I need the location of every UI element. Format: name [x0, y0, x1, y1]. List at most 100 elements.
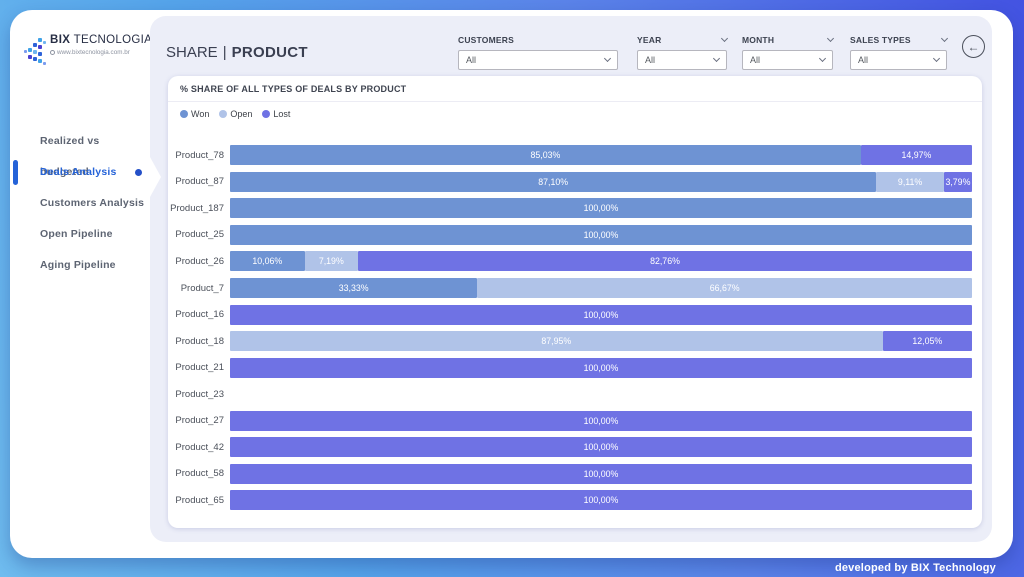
bar-track: 100,00% [230, 198, 972, 219]
filter-dropdown-customers[interactable]: All [458, 50, 618, 70]
chart-row: Product_187 100,00% [168, 195, 982, 222]
bar-segment-lost[interactable]: 100,00% [230, 357, 972, 378]
bar-segment-won[interactable]: 87,10% [230, 171, 877, 192]
bar-segment-label: 66,67% [709, 283, 740, 293]
bar-segment-label: 10,06% [252, 256, 283, 267]
bar-segment-label: 3,79% [945, 176, 971, 187]
sidebar-item-aging-pipeline[interactable]: Aging Pipeline [10, 250, 150, 281]
bar-segment-won[interactable]: 10,06% [230, 251, 305, 272]
back-button[interactable] [962, 35, 985, 58]
bar-segment-label: 100,00% [583, 203, 619, 214]
category-label: Product_21 [175, 362, 224, 374]
bar-segment-label: 100,00% [583, 495, 619, 506]
legend-dot-icon [219, 110, 228, 118]
bar-track: 33,33% 66,67% [230, 278, 972, 298]
sidebar-item-open-pipeline[interactable]: Open Pipeline [10, 219, 150, 250]
bar-segment-won[interactable]: 85,03% [230, 145, 861, 166]
chevron-down-icon [932, 54, 941, 63]
sidebar-item-realized-vs-budgeted[interactable]: Realized vs budgeted [10, 126, 150, 178]
globe-icon [50, 50, 55, 55]
chart-row: Product_65 100,00% [168, 487, 982, 514]
filter-label: CUSTOMERS [458, 34, 514, 45]
chart-row: Product_18 87,95% 12,05% [168, 328, 982, 355]
bar-track: 100,00% [230, 304, 972, 325]
bar-segment-label: 100,00% [583, 468, 619, 479]
sidebar-item-label: Deals Analysis [40, 166, 117, 178]
category-label: Product_87 [175, 176, 224, 188]
bar-track: 100,00% [230, 410, 972, 431]
bar-track: 87,95% 12,05% [230, 331, 972, 352]
category-label: Product_58 [175, 468, 224, 480]
legend-label: Won [191, 109, 210, 119]
chart-row: Product_78 85,03% 14,97% [168, 142, 982, 169]
bar-track: 100,00% [230, 357, 972, 378]
sidebar-item-deals-analysis[interactable]: Deals Analysis [10, 157, 150, 188]
chart-row: Product_27 100,00% [168, 407, 982, 434]
bar-segment-lost[interactable]: 100,00% [230, 410, 972, 431]
bar-segment-lost[interactable]: 100,00% [230, 437, 972, 458]
filter-value: All [645, 55, 656, 65]
bar-segment-lost[interactable]: 82,76% [357, 251, 973, 272]
category-label: Product_65 [175, 494, 224, 506]
legend-label: Lost [273, 109, 291, 119]
chevron-down-icon [818, 54, 827, 63]
bar-segment-lost[interactable]: 3,79% [943, 171, 972, 192]
legend-item-open[interactable]: Open [219, 109, 252, 119]
chart-row: Product_7 33,33% 66,67% [168, 275, 982, 302]
page-title-emphasis: PRODUCT [231, 44, 308, 61]
page-title-prefix: SHARE [166, 44, 218, 61]
chevron-down-icon[interactable] [940, 34, 949, 42]
category-label: Product_187 [170, 202, 224, 214]
bar-segment-label: 100,00% [583, 362, 619, 373]
chart-row: Product_58 100,00% [168, 461, 982, 488]
active-indicator-pill [13, 160, 18, 185]
bar-track [230, 384, 972, 404]
legend-item-won[interactable]: Won [180, 109, 209, 119]
bar-segment-won[interactable]: 100,00% [230, 224, 972, 245]
chevron-down-icon[interactable] [826, 34, 835, 42]
bar-segment-lost[interactable]: 12,05% [882, 331, 972, 352]
chevron-down-icon [712, 54, 721, 63]
sidebar-item-label: Open Pipeline [40, 228, 113, 240]
filter-header: CUSTOMERS [458, 34, 618, 45]
bar-segment-lost[interactable]: 100,00% [230, 463, 972, 484]
chart-row: Product_23 [168, 381, 982, 408]
brand-url: www.bixtecnologia.com.br [50, 49, 152, 56]
page-title: SHARE | PRODUCT [166, 44, 308, 61]
filter-header: SALES TYPES [850, 34, 949, 45]
bar-segment-open[interactable]: 9,11% [876, 171, 944, 192]
chart-legend: Won Open Lost [168, 102, 982, 119]
chevron-down-icon[interactable] [720, 34, 729, 42]
chart-rows: Product_78 85,03% 14,97% Product_87 87,10% 9,… [168, 142, 982, 514]
bar-segment-open[interactable]: 87,95% [230, 331, 883, 352]
bar-segment-open[interactable]: 7,19% [304, 251, 358, 272]
legend-label: Open [230, 109, 253, 119]
filter-header: YEAR [637, 34, 729, 45]
legend-item-lost[interactable]: Lost [262, 109, 290, 119]
bar-track: 100,00% [230, 437, 972, 458]
filter-dropdown-sales-types[interactable]: All [850, 50, 947, 70]
category-label: Product_7 [180, 282, 224, 294]
category-label: Product_26 [175, 255, 224, 267]
bar-segment-label: 100,00% [583, 442, 619, 453]
filter-value: All [466, 55, 477, 65]
filter-year: YEAR All [637, 34, 729, 70]
category-label: Product_18 [175, 335, 224, 347]
chart-row: Product_26 10,06% 7,19% 82,76% [168, 248, 982, 275]
bar-segment-label: 9,11% [897, 176, 923, 187]
filter-dropdown-year[interactable]: All [637, 50, 727, 70]
bar-segment-label: 100,00% [583, 229, 619, 240]
chart-row: Product_87 87,10% 9,11% 3,79% [168, 169, 982, 196]
page-title-separator: | [222, 44, 227, 61]
bar-segment-lost[interactable]: 100,00% [230, 304, 972, 325]
bar-segment-won[interactable]: 100,00% [230, 198, 972, 219]
sidebar-item-customers-analysis[interactable]: Customers Analysis [10, 188, 150, 219]
bar-segment-lost[interactable]: 14,97% [860, 145, 972, 166]
filter-dropdown-month[interactable]: All [742, 50, 833, 70]
bar-segment-label: 7,19% [318, 256, 344, 267]
bar-segment-open[interactable]: 66,67% [477, 278, 972, 298]
bar-segment-lost[interactable]: 100,00% [230, 490, 972, 511]
legend-dot-icon [262, 110, 271, 118]
bar-segment-won[interactable]: 33,33% [230, 278, 478, 298]
active-item-notch [150, 157, 161, 197]
